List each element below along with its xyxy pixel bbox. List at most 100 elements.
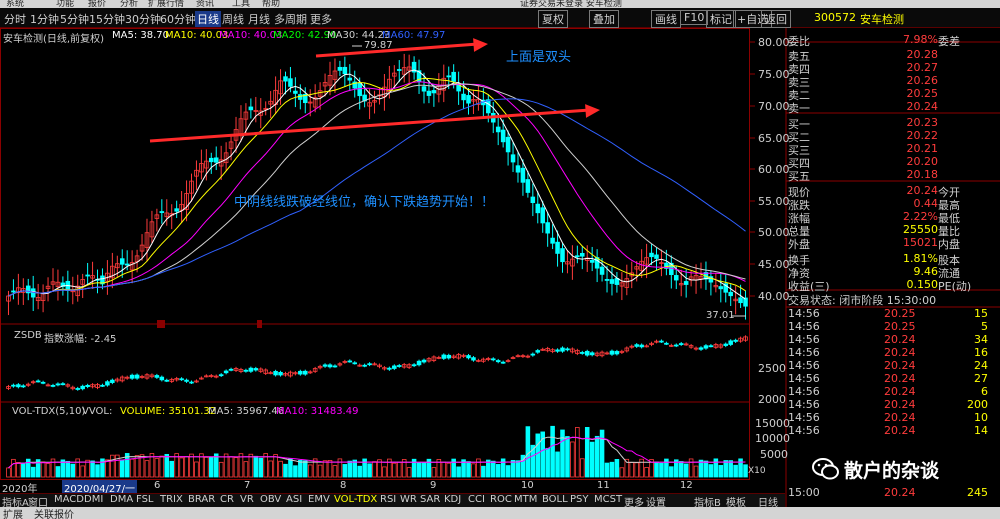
indicator-tab[interactable]: VOL-TDX xyxy=(334,494,377,505)
period-tab-5min[interactable]: 5分钟 xyxy=(60,11,89,27)
volume-bar xyxy=(179,457,184,478)
period-tab-30min[interactable]: 30分钟 xyxy=(125,11,161,27)
ask-row[interactable]: 卖五 20.28 xyxy=(788,48,1000,63)
ask-row[interactable]: 卖一 20.24 xyxy=(788,100,1000,115)
stat-value: 9.46 xyxy=(913,265,939,278)
volume-bar xyxy=(599,429,605,478)
zsdb-body xyxy=(75,388,80,390)
webi-value: 7.98% xyxy=(903,33,938,46)
indicator-tab[interactable]: CR xyxy=(220,494,234,505)
indicator-tab[interactable]: ROC xyxy=(490,494,512,505)
zsdb-body xyxy=(678,343,684,345)
zsdb-body xyxy=(223,370,229,374)
volume-bar xyxy=(253,455,259,478)
volume-bar xyxy=(664,458,669,478)
mark-button[interactable]: 标记 xyxy=(706,10,736,28)
volume-bar xyxy=(90,460,95,478)
chart-title: 安车检测(日线,前复权) xyxy=(3,34,104,45)
bid-price: 20.21 xyxy=(906,142,939,155)
ask-row[interactable]: 卖三 20.26 xyxy=(788,74,1000,89)
period-tab-weekly[interactable]: 周线 xyxy=(222,11,244,27)
period-tab-more[interactable]: 更多 xyxy=(310,11,332,27)
bid-row[interactable]: 买五 20.18 xyxy=(788,168,1000,183)
volume-bar xyxy=(307,464,313,478)
tick-time: 14:56 xyxy=(788,372,820,385)
vol-ma5-label: MA5: 35967.46 xyxy=(208,406,285,417)
menu-item-analysis[interactable]: 分析 xyxy=(120,0,138,8)
indicator-tab[interactable]: FSL xyxy=(136,494,154,505)
indicator-tab[interactable]: BOLL xyxy=(542,494,568,505)
back-button[interactable]: 返回 xyxy=(761,10,791,28)
volume-bar xyxy=(678,461,684,478)
candle-body xyxy=(743,297,748,307)
volume-bar xyxy=(594,435,600,478)
menu-item-quote[interactable]: 报价 xyxy=(88,0,106,8)
indicator-tab[interactable]: ASI xyxy=(286,494,302,505)
menu-item-function[interactable]: 功能 xyxy=(56,0,74,8)
tick-price: 20.24 xyxy=(884,424,916,437)
volume-bar xyxy=(209,456,214,478)
indicator-tab[interactable]: TRIX xyxy=(160,494,183,505)
period-tab-multi[interactable]: 多周期 xyxy=(274,11,307,27)
indicator-tab[interactable]: MACD xyxy=(54,494,84,505)
period-tab-15min[interactable]: 15分钟 xyxy=(89,11,125,27)
bid-row[interactable]: 买一 20.23 xyxy=(788,116,1000,131)
zsdb-body xyxy=(565,348,570,351)
ask-row[interactable]: 卖二 20.25 xyxy=(788,87,1000,102)
bid-row[interactable]: 买三 20.21 xyxy=(788,142,1000,157)
draw-line-button[interactable]: 画线 xyxy=(651,10,681,28)
status-expand[interactable]: 扩展 xyxy=(3,506,23,519)
menu-item-system[interactable]: 系统 xyxy=(6,0,24,8)
indicator-tab[interactable]: DMA xyxy=(110,494,133,505)
zsdb-body xyxy=(21,385,26,388)
menu-item-news[interactable]: 资讯 xyxy=(196,0,214,8)
indicator-tab[interactable]: MCST xyxy=(594,494,622,505)
volume-bar xyxy=(718,465,724,478)
menu-item-ext-market[interactable]: 扩展行情 xyxy=(148,0,184,8)
period-tab-monthly[interactable]: 月线 xyxy=(248,11,270,27)
volume-bar xyxy=(6,467,11,478)
overlay-button[interactable]: 叠加 xyxy=(589,10,619,28)
candle-body xyxy=(545,222,550,234)
period-tab-daily[interactable]: 日线 xyxy=(195,11,221,27)
zsdb-body xyxy=(560,347,565,352)
stat-value: 0.44 xyxy=(913,197,939,210)
ask-row[interactable]: 卖四 20.27 xyxy=(788,61,1000,76)
price-tick: 60.00 xyxy=(758,163,790,176)
bid-row[interactable]: 买四 20.20 xyxy=(788,155,1000,170)
period-tab-intraday[interactable]: 分时 xyxy=(4,11,26,27)
tick-time: 14:56 xyxy=(788,385,820,398)
volume-bar xyxy=(441,461,447,478)
indicator-tab[interactable]: BRAR xyxy=(188,494,215,505)
indicator-tab[interactable]: SAR xyxy=(420,494,440,505)
menu-item-help[interactable]: 帮助 xyxy=(262,0,280,8)
volume-bar xyxy=(80,465,85,478)
bid-row[interactable]: 买二 20.22 xyxy=(788,129,1000,144)
indicator-tab[interactable]: RSI xyxy=(380,494,396,505)
zsdb-body xyxy=(302,370,308,375)
indicator-tab[interactable]: EMV xyxy=(308,494,330,505)
indicator-tab[interactable]: VR xyxy=(240,494,254,505)
price-tick: 45.00 xyxy=(758,258,790,271)
menu-item-tools[interactable]: 工具 xyxy=(232,0,250,8)
tick-time: 14:56 xyxy=(788,307,820,320)
tick-row: 14:56 20.25 5 xyxy=(788,320,1000,333)
zsdb-body xyxy=(278,371,283,376)
zsdb-body xyxy=(703,345,709,349)
period-tab-1min[interactable]: 1分钟 xyxy=(30,11,59,27)
period-tab-60min[interactable]: 60分钟 xyxy=(160,11,196,27)
indicator-tab[interactable]: PSY xyxy=(570,494,589,505)
indicator-tab[interactable]: WR xyxy=(400,494,417,505)
restore-rights-button[interactable]: 夏权 xyxy=(538,10,568,28)
volume-bar xyxy=(708,464,714,478)
indicator-tab[interactable]: MTM xyxy=(514,494,537,505)
indicator-tab[interactable]: KDJ xyxy=(444,494,461,505)
indicator-tab[interactable]: CCI xyxy=(468,494,485,505)
indicator-tab[interactable]: OBV xyxy=(260,494,281,505)
volume-bar xyxy=(283,463,288,478)
indicator-tab[interactable]: DMI xyxy=(84,494,103,505)
f10-button[interactable]: F10 xyxy=(680,10,709,25)
zsdb-body xyxy=(421,359,427,363)
status-related-quote[interactable]: 关联报价 xyxy=(34,506,74,519)
volume-bar xyxy=(129,458,135,478)
